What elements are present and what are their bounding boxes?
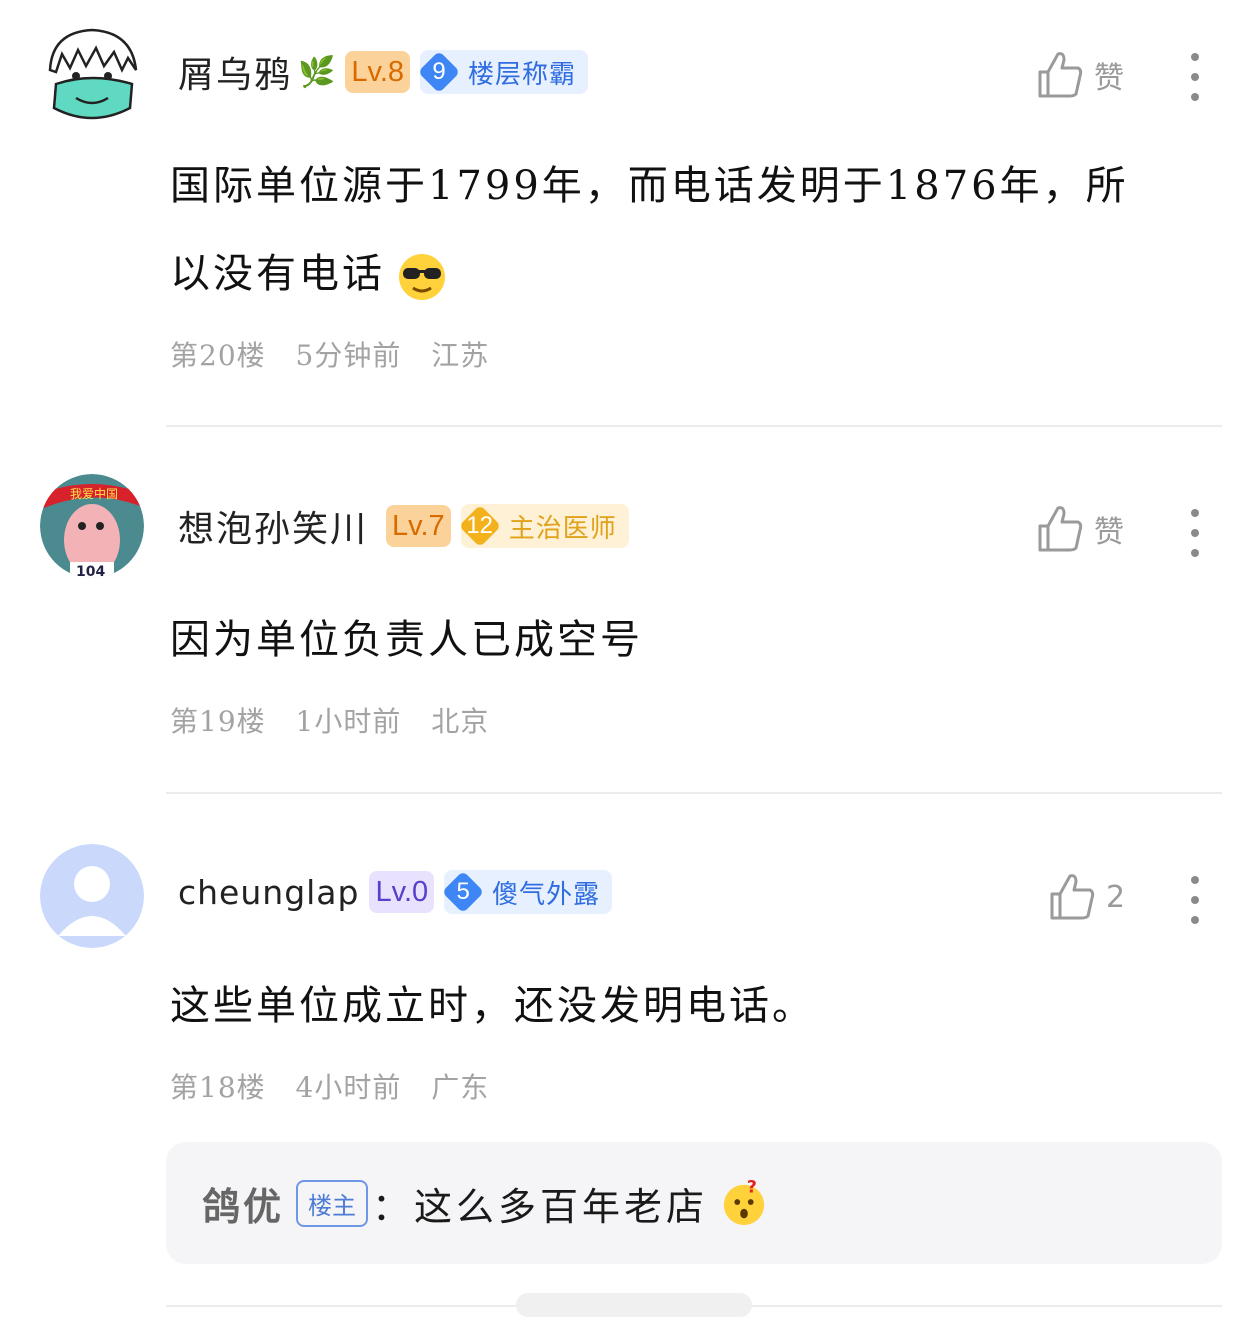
diamond-icon: 5 bbox=[442, 871, 484, 913]
diamond-icon: 9 bbox=[418, 51, 460, 93]
comment-meta: 第20楼 5分钟前 江苏 bbox=[170, 334, 509, 374]
more-options-button[interactable] bbox=[1188, 876, 1202, 936]
username[interactable]: 屑乌鸦 bbox=[178, 46, 292, 98]
comment-text: 这些单位成立时，还没发明电话。 bbox=[170, 983, 815, 1029]
location: 北京 bbox=[431, 705, 490, 738]
badge-title: 傻气外露 bbox=[492, 879, 601, 910]
divider bbox=[166, 425, 1222, 427]
more-vertical-icon bbox=[1191, 876, 1199, 884]
leaf-icon: 🌿 bbox=[298, 54, 336, 90]
like-label: 赞 bbox=[1094, 515, 1124, 550]
comment-meta: 第19楼 1小时前 北京 bbox=[170, 700, 509, 740]
sunglasses-emoji-icon bbox=[399, 254, 445, 300]
home-indicator[interactable] bbox=[516, 1293, 752, 1317]
level-badge: Lv.0 bbox=[369, 871, 435, 913]
op-tag: 楼主 bbox=[296, 1179, 369, 1227]
badge-title: 主治医师 bbox=[508, 513, 617, 544]
avatar[interactable] bbox=[40, 24, 144, 128]
location: 广东 bbox=[431, 1071, 490, 1104]
comment-meta: 第18楼 4小时前 广东 bbox=[170, 1066, 509, 1106]
diamond-icon: 12 bbox=[459, 505, 501, 547]
thumbs-up-icon bbox=[1050, 874, 1095, 920]
thumbs-up-icon bbox=[1038, 506, 1083, 552]
timestamp: 4小时前 bbox=[295, 1071, 402, 1104]
floor-number: 第19楼 bbox=[170, 705, 266, 738]
thumbs-up-icon bbox=[1038, 52, 1083, 98]
divider bbox=[166, 792, 1222, 794]
level-badge: Lv.7 bbox=[386, 505, 451, 547]
badge-title: 楼层称霸 bbox=[468, 59, 577, 90]
svg-text:?: ? bbox=[747, 1179, 757, 1197]
title-badge[interactable]: 5 傻气外露 bbox=[442, 870, 613, 914]
comment-text: 因为单位负责人已成空号 bbox=[170, 617, 643, 663]
username[interactable]: 想泡孙笑川 bbox=[178, 500, 368, 552]
reply-username[interactable]: 鸽优 bbox=[202, 1176, 284, 1231]
confused-emoji-icon: ? bbox=[723, 1179, 765, 1226]
more-options-button[interactable] bbox=[1188, 53, 1202, 113]
like-button[interactable]: 赞 bbox=[1036, 50, 1124, 100]
location: 江苏 bbox=[431, 339, 490, 372]
floor-number: 第18楼 bbox=[170, 1071, 266, 1104]
avatar[interactable]: 我爱中国 104 bbox=[40, 474, 144, 578]
timestamp: 1小时前 bbox=[295, 705, 402, 738]
like-label: 赞 bbox=[1094, 61, 1124, 96]
title-badge[interactable]: 9 楼层称霸 bbox=[418, 50, 589, 94]
level-badge: Lv.8 bbox=[345, 51, 411, 93]
comment-text: 国际单位源于1799年，而电话发明于1876年，所 bbox=[170, 163, 1129, 209]
comment-text-line2: 以没有电话 bbox=[170, 230, 1210, 318]
username[interactable]: cheunglap bbox=[178, 873, 359, 912]
title-badge[interactable]: 12 主治医师 bbox=[459, 504, 629, 548]
svg-text:104: 104 bbox=[76, 564, 105, 578]
like-count: 2 bbox=[1106, 879, 1126, 915]
reply-text: ：这么多百年老店 bbox=[372, 1184, 709, 1229]
reply-preview[interactable]: 鸽优 楼主 ：这么多百年老店 ? bbox=[166, 1142, 1222, 1264]
more-vertical-icon bbox=[1191, 509, 1199, 517]
svg-text:我爱中国: 我爱中国 bbox=[70, 486, 118, 501]
avatar[interactable] bbox=[40, 844, 144, 948]
more-vertical-icon bbox=[1191, 53, 1199, 61]
like-button[interactable]: 赞 bbox=[1036, 504, 1124, 554]
like-button[interactable]: 2 bbox=[1048, 872, 1125, 922]
timestamp: 5分钟前 bbox=[295, 339, 402, 372]
more-options-button[interactable] bbox=[1188, 509, 1202, 569]
floor-number: 第20楼 bbox=[170, 339, 266, 372]
